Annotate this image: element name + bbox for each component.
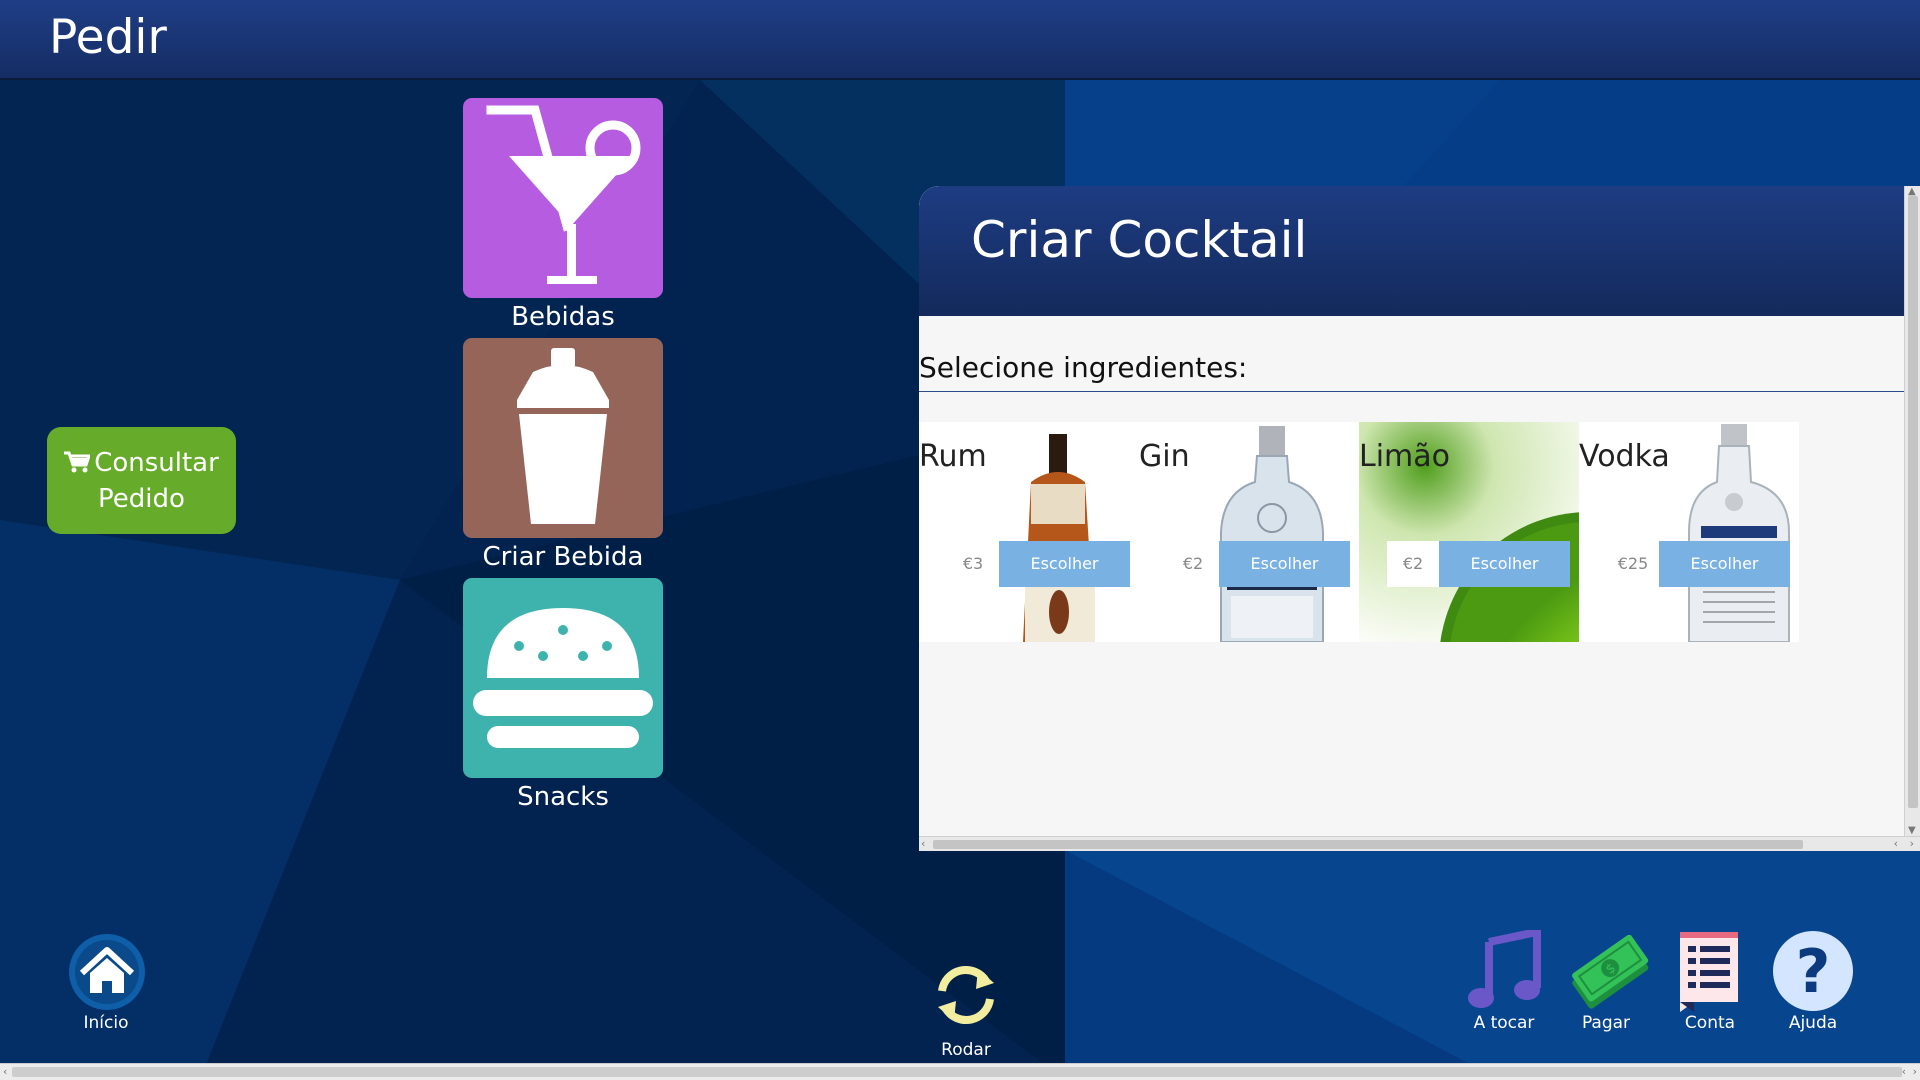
create-cocktail-panel: Criar Cocktail Selecione ingredientes: R… bbox=[919, 186, 1920, 851]
cart-icon bbox=[64, 448, 92, 482]
choose-button-limao[interactable]: Escolher bbox=[1439, 541, 1570, 587]
ingredient-name: Limão bbox=[1359, 439, 1451, 474]
now-playing-button[interactable] bbox=[1467, 927, 1541, 1014]
consult-label-line2: Pedido bbox=[98, 484, 185, 514]
choose-button-rum[interactable]: Escolher bbox=[999, 541, 1130, 587]
help-icon: ? bbox=[1773, 931, 1853, 1011]
scroll-right-arrow-icon[interactable]: › bbox=[1913, 1065, 1917, 1078]
consult-order-button[interactable]: Consultar Pedido bbox=[47, 427, 236, 534]
home-label: Início bbox=[83, 1013, 129, 1033]
category-tile-snacks[interactable] bbox=[463, 578, 663, 778]
divider bbox=[919, 391, 1904, 392]
scroll-thumb[interactable] bbox=[12, 1067, 1902, 1077]
rotate-icon bbox=[938, 965, 994, 1025]
home-button[interactable] bbox=[68, 933, 146, 1015]
ingredient-name: Vodka bbox=[1579, 439, 1670, 474]
ingredient-name: Gin bbox=[1139, 439, 1190, 474]
ingredient-card-gin: Gin €2 Escolher bbox=[1139, 422, 1359, 642]
app-root: Pedir Bebidas Criar Bebida Snacks Consul… bbox=[0, 0, 1920, 1080]
scroll-right-arrow-icon[interactable]: › bbox=[1910, 837, 1914, 850]
bill-button[interactable] bbox=[1678, 930, 1740, 1016]
receipt-icon bbox=[1680, 932, 1738, 1012]
bill-label: Conta bbox=[1684, 1013, 1736, 1033]
music-note-icon bbox=[1468, 927, 1541, 1008]
category-tile-criar-bebida[interactable] bbox=[463, 338, 663, 538]
scroll-left-arrow-icon[interactable]: ‹ bbox=[921, 837, 925, 850]
scroll-left-arrow-icon[interactable]: ‹ bbox=[1902, 1065, 1906, 1078]
ingredient-price: €25 bbox=[1607, 541, 1659, 587]
page-horizontal-scrollbar[interactable]: ‹ ‹ › bbox=[0, 1063, 1920, 1080]
category-label-snacks: Snacks bbox=[517, 782, 609, 812]
scroll-left-arrow-icon[interactable]: ‹ bbox=[3, 1065, 7, 1078]
help-button[interactable]: ? bbox=[1772, 930, 1854, 1016]
panel-vertical-scrollbar[interactable]: ▲ ▼ bbox=[1904, 186, 1920, 836]
category-label-bebidas: Bebidas bbox=[511, 302, 615, 332]
ingredient-card-vodka: Vodka €25 Escolher bbox=[1579, 422, 1799, 642]
panel-title: Criar Cocktail bbox=[971, 211, 1308, 269]
category-label-criar-bebida: Criar Bebida bbox=[482, 542, 644, 572]
scroll-down-arrow-icon[interactable]: ▼ bbox=[1908, 825, 1916, 836]
scroll-thumb[interactable] bbox=[933, 840, 1803, 849]
burger-icon bbox=[473, 608, 653, 748]
panel-header: Criar Cocktail bbox=[919, 186, 1904, 316]
ingredient-name: Rum bbox=[919, 439, 987, 474]
top-bar: Pedir bbox=[0, 0, 1920, 80]
pay-button[interactable]: $ bbox=[1566, 934, 1650, 1013]
pay-label: Pagar bbox=[1581, 1013, 1631, 1033]
home-icon bbox=[69, 934, 145, 1010]
shaker-icon bbox=[517, 348, 609, 524]
category-tile-bebidas[interactable] bbox=[463, 98, 663, 298]
ingredient-card-limao: Limão €2 Escolher bbox=[1359, 422, 1579, 642]
ingredient-price: €2 bbox=[1167, 541, 1219, 587]
help-label: Ajuda bbox=[1788, 1013, 1838, 1033]
choose-button-gin[interactable]: Escolher bbox=[1219, 541, 1350, 587]
scroll-left-arrow-icon[interactable]: ‹ bbox=[1894, 837, 1898, 850]
panel-horizontal-scrollbar[interactable]: ‹ ‹ › bbox=[919, 836, 1920, 851]
page-title: Pedir bbox=[49, 10, 167, 65]
choose-button-vodka[interactable]: Escolher bbox=[1659, 541, 1790, 587]
rotate-button[interactable] bbox=[934, 963, 998, 1031]
rotate-label: Rodar bbox=[941, 1040, 991, 1060]
consult-label-line1: Consultar bbox=[94, 448, 219, 478]
cocktail-glass-icon bbox=[486, 105, 641, 284]
ingredient-price: €3 bbox=[947, 541, 999, 587]
svg-text:?: ? bbox=[1796, 937, 1831, 1007]
scroll-thumb[interactable] bbox=[1908, 196, 1918, 808]
ingredient-price: €2 bbox=[1387, 541, 1439, 587]
money-icon: $ bbox=[1572, 934, 1649, 1009]
ingredient-card-rum: Rum €3 Escolher bbox=[919, 422, 1139, 642]
select-ingredients-label: Selecione ingredientes: bbox=[919, 351, 1248, 384]
